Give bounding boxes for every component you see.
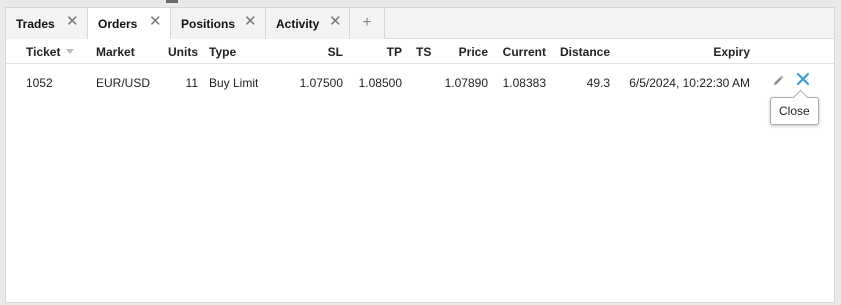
tab-trades[interactable]: Trades ✕ — [6, 8, 88, 39]
column-header-tp[interactable]: TP — [356, 45, 402, 59]
table-header: Ticket Market Units Type SL TP TS Price … — [6, 39, 834, 64]
cell-current: 1.08383 — [502, 76, 546, 90]
pencil-icon[interactable] — [772, 75, 784, 87]
plus-icon: + — [362, 14, 372, 31]
close-tooltip: Close — [770, 89, 819, 125]
tab-orders-close-icon[interactable]: ✕ — [149, 14, 162, 29]
column-header-expiry[interactable]: Expiry — [646, 45, 750, 59]
add-tab-button[interactable]: + — [350, 8, 385, 39]
column-header-ticket[interactable]: Ticket — [26, 45, 75, 59]
column-header-price[interactable]: Price — [438, 45, 488, 59]
tab-positions[interactable]: Positions ✕ — [171, 8, 266, 39]
close-icon[interactable] — [796, 72, 810, 86]
column-header-current[interactable]: Current — [496, 45, 546, 59]
tab-activity-close-icon[interactable]: ✕ — [329, 14, 342, 29]
column-header-sl[interactable]: SL — [296, 45, 343, 59]
sort-caret-icon — [66, 49, 75, 55]
cell-tp: 1.08500 — [358, 76, 402, 90]
cell-market: EUR/USD — [96, 76, 151, 90]
cell-expiry: 6/5/2024, 10:22:30 AM — [629, 76, 750, 90]
table-row[interactable]: 1052 EUR/USD 11 Buy Limit 1.07500 1.0850… — [6, 64, 834, 100]
cell-ticket: 1052 — [26, 76, 53, 90]
tab-orders[interactable]: Orders ✕ — [88, 8, 171, 39]
tab-trades-label: Trades — [16, 17, 55, 31]
tab-bar: Trades ✕ Orders ✕ Positions ✕ Activity ✕… — [6, 8, 834, 39]
column-header-units[interactable]: Units — [156, 45, 198, 59]
cell-sl: 1.07500 — [299, 76, 343, 90]
cell-price: 1.07890 — [444, 76, 488, 90]
cell-distance: 49.3 — [586, 76, 610, 90]
tab-positions-close-icon[interactable]: ✕ — [244, 14, 257, 29]
tab-orders-label: Orders — [98, 17, 138, 31]
tab-trades-close-icon[interactable]: ✕ — [66, 14, 79, 29]
cell-units: 11 — [185, 76, 198, 90]
top-scroll-marker — [166, 0, 178, 3]
tab-positions-label: Positions — [181, 17, 236, 31]
cell-type: Buy Limit — [209, 76, 259, 90]
column-header-distance[interactable]: Distance — [556, 45, 610, 59]
column-ticket-label: Ticket — [26, 45, 61, 59]
tab-activity-label: Activity — [276, 17, 320, 31]
tooltip-text: Close — [779, 104, 810, 118]
orders-panel: Trades ✕ Orders ✕ Positions ✕ Activity ✕… — [5, 7, 835, 303]
column-header-market[interactable]: Market — [96, 45, 135, 59]
column-header-ts[interactable]: TS — [416, 45, 431, 59]
tab-activity[interactable]: Activity ✕ — [266, 8, 350, 39]
column-header-type[interactable]: Type — [209, 45, 236, 59]
